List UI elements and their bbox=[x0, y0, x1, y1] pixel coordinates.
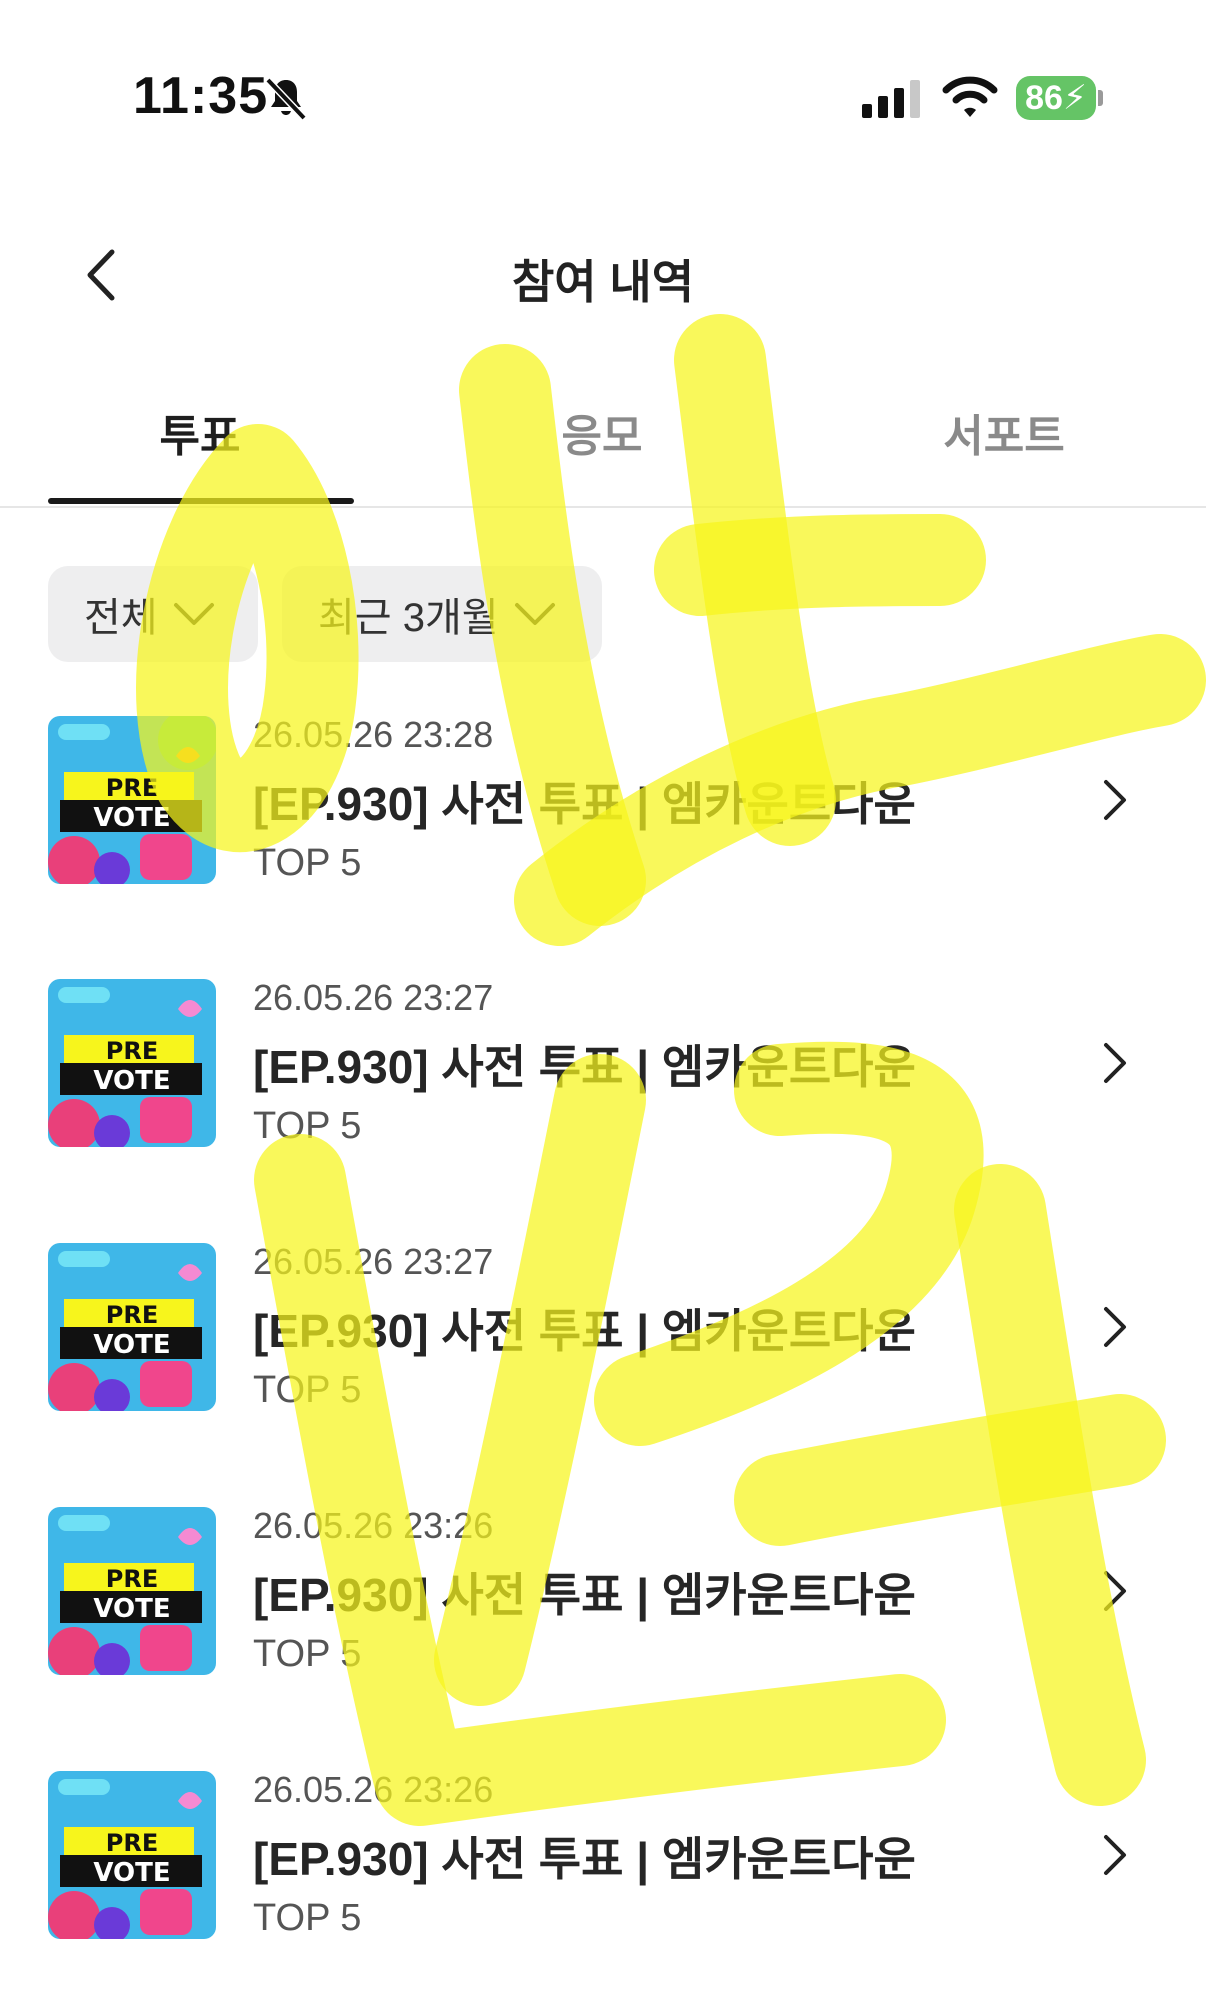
list-item[interactable]: PRE VOTE 26.05.26 23:26 [EP.930] 사전 투표 |… bbox=[0, 1491, 1206, 1691]
filter-category-label: 전체 bbox=[84, 596, 158, 640]
item-title: [EP.930] 사전 투표 | 엠카운트다운 bbox=[253, 1833, 916, 1885]
tab-bar: 투표 응모 서포트 bbox=[0, 360, 1206, 508]
thumbnail-vote-text: VOTE bbox=[93, 1858, 170, 1888]
item-subtitle: TOP 5 bbox=[253, 1369, 362, 1411]
item-date: 26.05.26 23:28 bbox=[253, 714, 494, 755]
item-title: [EP.930] 사전 투표 | 엠카운트다운 bbox=[253, 1041, 916, 1093]
chevron-down-icon bbox=[173, 603, 214, 625]
thumbnail-pre-text: PRE bbox=[106, 1829, 158, 1857]
prevote-thumbnail: PRE VOTE bbox=[48, 1507, 216, 1675]
item-subtitle: TOP 5 bbox=[253, 1105, 362, 1147]
item-date: 26.05.26 23:27 bbox=[253, 1241, 494, 1282]
chevron-right-icon bbox=[1104, 780, 1126, 820]
item-subtitle: TOP 5 bbox=[253, 1633, 362, 1675]
item-title: [EP.930] 사전 투표 | 엠카운트다운 bbox=[253, 1569, 916, 1621]
thumbnail-pre-text: PRE bbox=[106, 1565, 158, 1593]
chevron-right-icon bbox=[1104, 1835, 1126, 1875]
item-date: 26.05.26 23:26 bbox=[253, 1505, 494, 1546]
list-item[interactable]: PRE VOTE 26.05.26 23:28 [EP.930] 사전 투표 |… bbox=[0, 700, 1206, 900]
thumbnail-vote-text: VOTE bbox=[93, 1594, 170, 1624]
item-subtitle: TOP 5 bbox=[253, 842, 362, 884]
status-bar: 11:35 86⚡ bbox=[0, 0, 1206, 140]
thumbnail-vote-text: VOTE bbox=[93, 1066, 170, 1096]
battery-tip bbox=[1098, 90, 1103, 106]
item-title: [EP.930] 사전 투표 | 엠카운트다운 bbox=[253, 1305, 916, 1357]
list-item[interactable]: PRE VOTE 26.05.26 23:27 [EP.930] 사전 투표 |… bbox=[0, 963, 1206, 1163]
thumbnail-vote-text: VOTE bbox=[93, 803, 170, 833]
cellular-signal-icon bbox=[862, 80, 920, 118]
filter-period-dropdown[interactable]: 최근 3개월 bbox=[282, 566, 602, 662]
wifi-icon bbox=[942, 76, 998, 117]
battery-percent: 86 bbox=[1025, 79, 1063, 117]
list-item[interactable]: PRE VOTE 26.05.26 23:26 [EP.930] 사전 투표 |… bbox=[0, 1755, 1206, 1955]
thumbnail-vote-text: VOTE bbox=[93, 1330, 170, 1360]
filter-category-dropdown[interactable]: 전체 bbox=[48, 566, 258, 662]
item-date: 26.05.26 23:26 bbox=[253, 1769, 494, 1810]
list-item[interactable]: PRE VOTE 26.05.26 23:27 [EP.930] 사전 투표 |… bbox=[0, 1227, 1206, 1427]
bell-muted-icon bbox=[265, 77, 307, 121]
prevote-thumbnail: PRE VOTE bbox=[48, 1771, 216, 1939]
prevote-thumbnail: PRE VOTE bbox=[48, 716, 216, 884]
tab-support[interactable]: 서포트 bbox=[854, 400, 1154, 464]
thumbnail-pre-text: PRE bbox=[106, 1037, 158, 1065]
header: 참여 내역 bbox=[0, 200, 1206, 340]
chevron-down-icon bbox=[514, 603, 555, 625]
charging-bolt-icon: ⚡ bbox=[1062, 79, 1087, 117]
prevote-thumbnail: PRE VOTE bbox=[48, 979, 216, 1147]
tab-entry[interactable]: 응모 bbox=[452, 400, 752, 464]
status-time: 11:35 bbox=[133, 67, 269, 125]
tab-vote[interactable]: 투표 bbox=[50, 400, 350, 464]
item-subtitle: TOP 5 bbox=[253, 1897, 362, 1939]
active-tab-indicator bbox=[48, 498, 354, 504]
chevron-right-icon bbox=[1104, 1043, 1126, 1083]
thumbnail-pre-text: PRE bbox=[106, 774, 158, 802]
chevron-right-icon bbox=[1104, 1307, 1126, 1347]
item-date: 26.05.26 23:27 bbox=[253, 977, 494, 1018]
battery-level: 86⚡ bbox=[1016, 76, 1096, 120]
item-title: [EP.930] 사전 투표 | 엠카운트다운 bbox=[253, 778, 916, 830]
filter-period-label: 최근 3개월 bbox=[318, 596, 499, 640]
prevote-thumbnail: PRE VOTE bbox=[48, 1243, 216, 1411]
chevron-right-icon bbox=[1104, 1571, 1126, 1611]
thumbnail-pre-text: PRE bbox=[106, 1301, 158, 1329]
page-title: 참여 내역 bbox=[511, 256, 695, 308]
